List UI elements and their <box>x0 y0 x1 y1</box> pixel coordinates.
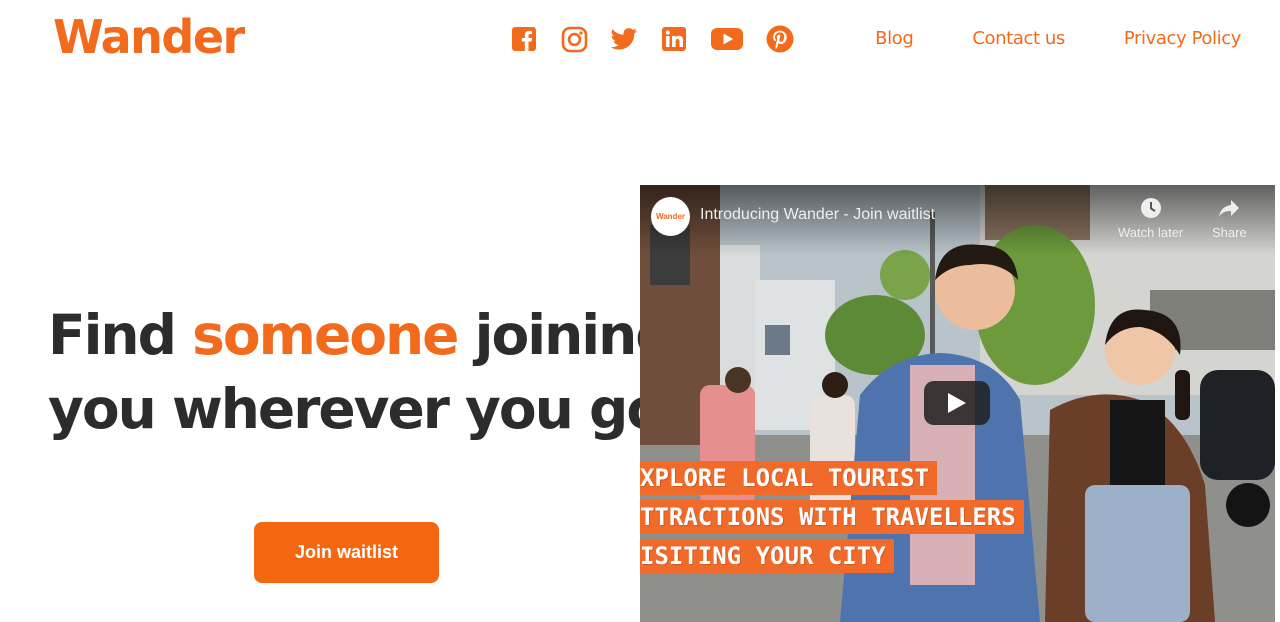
channel-avatar[interactable]: Wander <box>651 197 690 236</box>
video-caption-line: ISITING YOUR CITY <box>640 539 894 573</box>
youtube-icon[interactable] <box>710 24 744 54</box>
share-label: Share <box>1212 225 1247 240</box>
instagram-icon[interactable] <box>560 24 588 54</box>
top-nav: Blog Contact us Privacy Policy <box>816 28 1241 49</box>
play-button[interactable] <box>924 381 990 425</box>
join-waitlist-button[interactable]: Join waitlist <box>254 522 439 583</box>
video-caption-line: XPLORE LOCAL TOURIST <box>640 461 937 495</box>
social-links <box>510 24 816 54</box>
wander-logo[interactable]: Wander <box>53 10 245 64</box>
nav-contact-us[interactable]: Contact us <box>972 28 1065 49</box>
linkedin-icon[interactable] <box>660 24 688 54</box>
twitter-icon[interactable] <box>610 24 638 54</box>
nav-blog[interactable]: Blog <box>875 28 914 49</box>
watch-later-label: Watch later <box>1118 225 1184 240</box>
intro-video-player[interactable]: Wander Introducing Wander - Join waitlis… <box>640 185 1275 622</box>
share-button[interactable]: Share <box>1212 197 1247 240</box>
hero-headline: Find someone joining you wherever you go. <box>48 298 683 446</box>
headline-part-1: Find <box>48 303 193 367</box>
share-arrow-icon <box>1219 200 1240 217</box>
video-caption-line: TTRACTIONS WITH TRAVELLERS <box>640 500 1024 534</box>
nav-privacy-policy[interactable]: Privacy Policy <box>1124 28 1241 49</box>
watch-later-button[interactable]: Watch later <box>1118 197 1183 240</box>
headline-accent-word: someone <box>192 303 459 367</box>
headline-line-2: you wherever you go. <box>48 377 683 441</box>
pinterest-icon[interactable] <box>766 24 794 54</box>
clock-icon <box>1140 198 1161 218</box>
play-icon <box>948 393 966 413</box>
facebook-icon[interactable] <box>510 24 538 54</box>
video-title[interactable]: Introducing Wander - Join waitlist <box>700 206 935 224</box>
